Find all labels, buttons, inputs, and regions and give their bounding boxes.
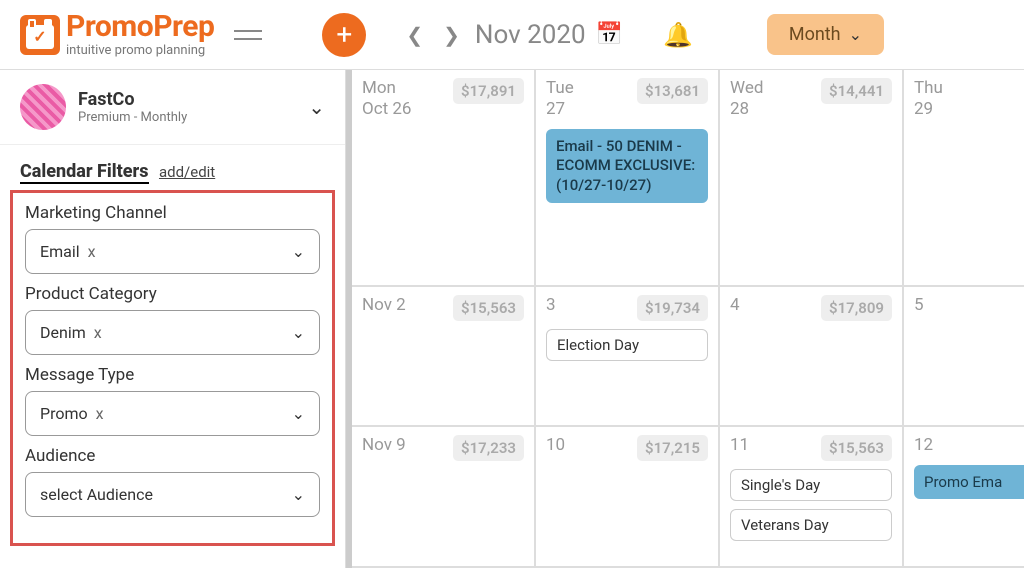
calendar-event[interactable]: Election Day xyxy=(546,329,708,361)
calendar-event[interactable]: Email - 50 DENIM - ECOMM EXCLUSIVE: (10/… xyxy=(546,129,708,204)
day-amount: $15,563 xyxy=(453,295,524,321)
day-amount: $14,441 xyxy=(821,78,892,104)
add-button[interactable]: + xyxy=(322,13,366,57)
filter-label: Audience xyxy=(25,446,320,466)
day-label: 11 xyxy=(730,435,749,456)
filter-value: Promo x xyxy=(40,404,104,423)
calendar-cell[interactable]: Thu29 xyxy=(904,70,1024,285)
calendar-row: MonOct 26 $17,891 Tue27 $13,681 Email - 50 D… xyxy=(352,70,1024,287)
day-label: Thu29 xyxy=(914,78,943,121)
menu-icon[interactable] xyxy=(234,24,262,46)
calendar-event[interactable]: Single's Day xyxy=(730,469,892,501)
logo[interactable]: ✓ PromoPrep intuitive promo planning xyxy=(20,12,214,57)
day-label: Nov 9 xyxy=(362,435,406,456)
filter-value: select Audience xyxy=(40,485,153,504)
clear-icon[interactable]: x xyxy=(84,242,96,261)
calendar-row: Nov 2 $15,563 3 $19,734 Election Day 4 $17,809… xyxy=(352,287,1024,428)
org-plan: Premium - Monthly xyxy=(78,110,296,125)
org-avatar xyxy=(20,84,66,130)
clear-icon[interactable]: x xyxy=(92,404,104,423)
chevron-down-icon: ⌄ xyxy=(292,485,305,504)
org-selector[interactable]: FastCo Premium - Monthly ⌄ xyxy=(0,70,345,145)
day-label: 10 xyxy=(546,435,565,456)
filter-select[interactable]: Denim x ⌄ xyxy=(25,310,320,355)
day-label: MonOct 26 xyxy=(362,78,411,121)
org-name: FastCo xyxy=(78,89,296,110)
next-arrow-icon[interactable]: ❯ xyxy=(443,23,460,47)
chevron-down-icon: ⌄ xyxy=(292,323,305,342)
calendar-cell[interactable]: 5 xyxy=(904,287,1024,426)
day-label: 4 xyxy=(730,295,740,316)
filter-label: Marketing Channel xyxy=(25,203,320,223)
day-label: 3 xyxy=(546,295,556,316)
logo-icon: ✓ xyxy=(20,15,60,55)
filter-value: Email x xyxy=(40,242,96,261)
current-period[interactable]: Nov 2020 📅 xyxy=(475,20,623,50)
filters-edit-link[interactable]: add/edit xyxy=(159,163,215,181)
day-amount: $13,681 xyxy=(637,78,708,104)
calendar-event[interactable]: Promo Ema xyxy=(914,465,1024,499)
calendar-cell[interactable]: 3 $19,734 Election Day xyxy=(536,287,720,426)
day-label: Wed28 xyxy=(730,78,763,121)
calendar-cell[interactable]: 4 $17,809 xyxy=(720,287,904,426)
day-label: Nov 2 xyxy=(362,295,406,316)
filter-label: Product Category xyxy=(25,284,320,304)
calendar-cell[interactable]: 11 $15,563 Single's Day Veterans Day xyxy=(720,427,904,566)
filter-value: Denim x xyxy=(40,323,102,342)
calendar-icon[interactable]: 📅 xyxy=(596,22,623,47)
calendar-cell[interactable]: MonOct 26 $17,891 xyxy=(352,70,536,285)
chevron-down-icon: ⌄ xyxy=(308,95,325,119)
calendar-cell[interactable]: 12 Promo Ema xyxy=(904,427,1024,566)
calendar-event[interactable]: Veterans Day xyxy=(730,509,892,541)
bell-icon[interactable]: 🔔 xyxy=(663,21,693,49)
date-nav: ❮ ❯ xyxy=(406,23,460,47)
brand-tagline: intuitive promo planning xyxy=(66,44,214,57)
filters-header: Calendar Filters add/edit xyxy=(0,145,345,190)
chevron-down-icon: ⌄ xyxy=(849,25,862,44)
day-amount: $17,891 xyxy=(453,78,524,104)
day-amount: $15,563 xyxy=(821,435,892,461)
day-label: 5 xyxy=(914,295,924,316)
view-selector[interactable]: Month ⌄ xyxy=(767,14,884,55)
prev-arrow-icon[interactable]: ❮ xyxy=(406,23,423,47)
filter-select[interactable]: Email x ⌄ xyxy=(25,229,320,274)
day-amount: $17,809 xyxy=(821,295,892,321)
calendar-grid: MonOct 26 $17,891 Tue27 $13,681 Email - 50 D… xyxy=(346,70,1024,568)
calendar-cell[interactable]: Tue27 $13,681 Email - 50 DENIM - ECOMM EXC… xyxy=(536,70,720,285)
clear-icon[interactable]: x xyxy=(90,323,102,342)
filter-select[interactable]: Promo x ⌄ xyxy=(25,391,320,436)
app-header: ✓ PromoPrep intuitive promo planning + ❮… xyxy=(0,0,1024,70)
day-label: Tue27 xyxy=(546,78,574,121)
calendar-cell[interactable]: 10 $17,215 xyxy=(536,427,720,566)
day-label: 12 xyxy=(914,435,933,456)
sidebar: FastCo Premium - Monthly ⌄ Calendar Filt… xyxy=(0,70,346,568)
chevron-down-icon: ⌄ xyxy=(292,404,305,423)
filters-panel: Marketing Channel Email x ⌄ Product Categor… xyxy=(10,190,335,546)
filter-label: Message Type xyxy=(25,365,320,385)
filter-select[interactable]: select Audience ⌄ xyxy=(25,472,320,517)
calendar-row: Nov 9 $17,233 10 $17,215 11 $15,563 Single's D… xyxy=(352,427,1024,568)
calendar-cell[interactable]: Wed28 $14,441 xyxy=(720,70,904,285)
calendar-cell[interactable]: Nov 9 $17,233 xyxy=(352,427,536,566)
calendar-cell[interactable]: Nov 2 $15,563 xyxy=(352,287,536,426)
day-amount: $17,215 xyxy=(637,435,708,461)
day-amount: $17,233 xyxy=(453,435,524,461)
day-amount: $19,734 xyxy=(637,295,708,321)
chevron-down-icon: ⌄ xyxy=(292,242,305,261)
brand-name: PromoPrep xyxy=(66,12,214,42)
